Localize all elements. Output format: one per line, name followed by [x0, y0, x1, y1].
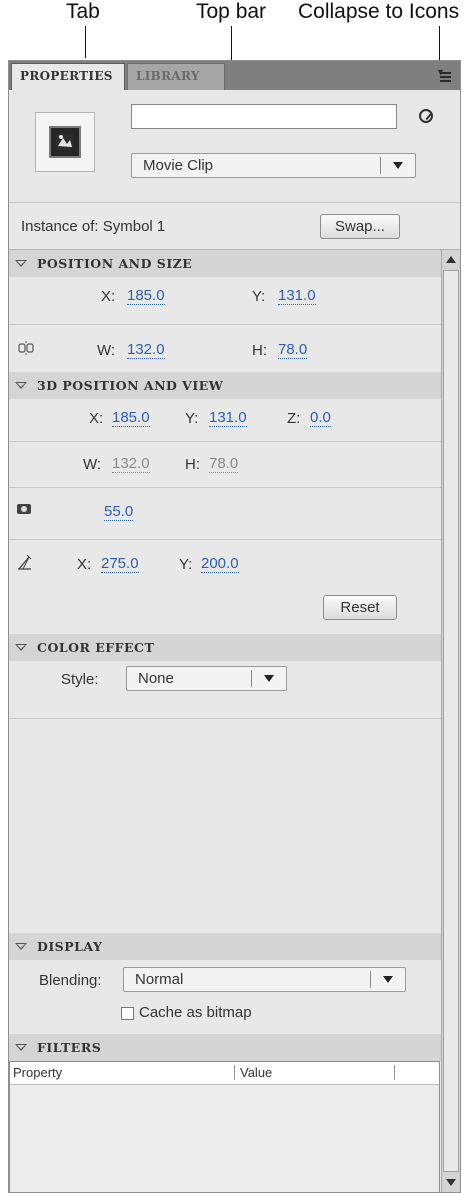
- disclosure-triangle-icon: [15, 382, 27, 389]
- blending-value: Normal: [135, 971, 184, 988]
- chevron-down-icon: [264, 675, 274, 682]
- pos-y-label: Y:: [252, 288, 266, 305]
- disclosure-triangle-icon: [15, 260, 27, 267]
- edit-symbol-icon[interactable]: [419, 109, 433, 123]
- disclosure-triangle-icon: [15, 644, 27, 651]
- blending-dropdown[interactable]: Normal: [123, 967, 406, 992]
- color-style-value: None: [138, 670, 174, 687]
- instance-of-label: Instance of: Symbol 1: [21, 218, 166, 235]
- collapse-to-icons-icon[interactable]: ▼: [436, 67, 452, 83]
- tab-library[interactable]: LIBRARY: [127, 63, 225, 90]
- perspective-angle-value[interactable]: 55.0: [104, 504, 134, 521]
- swap-button[interactable]: Swap...: [320, 214, 400, 239]
- tab-properties[interactable]: PROPERTIES: [11, 63, 125, 90]
- scroll-up-arrow-icon[interactable]: [446, 256, 456, 263]
- vanishing-x-label: X:: [77, 556, 92, 573]
- section-color-effect[interactable]: COLOR EFFECT: [9, 634, 442, 661]
- pos-x-label: X:: [101, 288, 116, 305]
- blending-label: Blending:: [39, 972, 102, 989]
- vertical-scrollbar[interactable]: [441, 250, 460, 1192]
- vanishing-point-icon: [17, 554, 33, 570]
- section-display[interactable]: DISPLAY: [9, 933, 442, 960]
- 3d-y-value[interactable]: 131.0: [209, 410, 247, 427]
- camera-perspective-icon: [17, 504, 31, 514]
- instance-header: Movie Clip: [9, 90, 460, 202]
- callout-tab-line: [85, 26, 86, 58]
- cache-as-bitmap-label: Cache as bitmap: [139, 1004, 252, 1021]
- 3d-y-label: Y:: [185, 410, 199, 427]
- 3d-z-value[interactable]: 0.0: [310, 410, 331, 427]
- instance-name-input[interactable]: [131, 104, 397, 129]
- size-w-value[interactable]: 132.0: [127, 342, 165, 359]
- callout-collapse: Collapse to Icons: [298, 0, 460, 23]
- size-h-label: H:: [252, 342, 267, 359]
- style-label: Style:: [61, 671, 99, 688]
- 3d-w-value: 132.0: [112, 455, 150, 473]
- filters-table[interactable]: Property Value: [9, 1061, 440, 1192]
- section-3d-position-view[interactable]: 3D POSITION AND VIEW: [9, 372, 442, 399]
- symbol-type-dropdown[interactable]: Movie Clip: [131, 153, 416, 178]
- 3d-h-label: H:: [185, 456, 200, 473]
- cache-as-bitmap-checkbox[interactable]: [121, 1007, 134, 1020]
- top-bar[interactable]: PROPERTIES LIBRARY ▼: [9, 61, 460, 90]
- section-position-size[interactable]: POSITION AND SIZE: [9, 250, 442, 277]
- vanishing-y-label: Y:: [179, 556, 193, 573]
- scroll-thumb[interactable]: [443, 270, 459, 1172]
- instance-of-value: Symbol 1: [102, 218, 166, 235]
- filters-table-header: Property Value: [10, 1062, 439, 1085]
- 3d-w-label: W:: [83, 456, 102, 473]
- 3d-z-label: Z:: [287, 410, 301, 427]
- reset-button[interactable]: Reset: [323, 595, 397, 620]
- properties-scroll-region: POSITION AND SIZE X: 185.0 Y: 131.0 W: 1…: [9, 249, 460, 1192]
- vanishing-y-value[interactable]: 200.0: [201, 556, 239, 573]
- instance-of-row: Instance of: Symbol 1 Swap...: [9, 202, 460, 250]
- disclosure-triangle-icon: [15, 1044, 27, 1051]
- chevron-down-icon: [393, 162, 403, 169]
- properties-panel: PROPERTIES LIBRARY ▼ Movie Clip: [8, 60, 461, 1193]
- chevron-down-icon: [383, 976, 393, 983]
- size-w-label: W:: [97, 342, 116, 359]
- 3d-h-value: 78.0: [209, 455, 239, 473]
- movie-clip-icon: [56, 134, 73, 150]
- symbol-type-value: Movie Clip: [143, 157, 214, 174]
- link-constrain-icon[interactable]: [17, 340, 35, 356]
- filters-col-value: Value: [240, 1065, 273, 1080]
- callout-tab: Tab: [66, 0, 100, 23]
- pos-y-value[interactable]: 131.0: [278, 288, 316, 305]
- disclosure-triangle-icon: [15, 943, 27, 950]
- 3d-x-value[interactable]: 185.0: [112, 410, 150, 427]
- size-h-value[interactable]: 78.0: [278, 342, 308, 359]
- callout-top-bar: Top bar: [196, 0, 267, 23]
- color-style-dropdown[interactable]: None: [126, 666, 287, 691]
- 3d-x-label: X:: [89, 410, 104, 427]
- vanishing-x-value[interactable]: 275.0: [101, 556, 139, 573]
- scroll-down-arrow-icon[interactable]: [446, 1179, 456, 1186]
- section-filters[interactable]: FILTERS: [9, 1034, 442, 1061]
- pos-x-value[interactable]: 185.0: [127, 288, 165, 305]
- filters-col-property: Property: [13, 1065, 63, 1080]
- symbol-thumbnail-icon: [35, 112, 95, 172]
